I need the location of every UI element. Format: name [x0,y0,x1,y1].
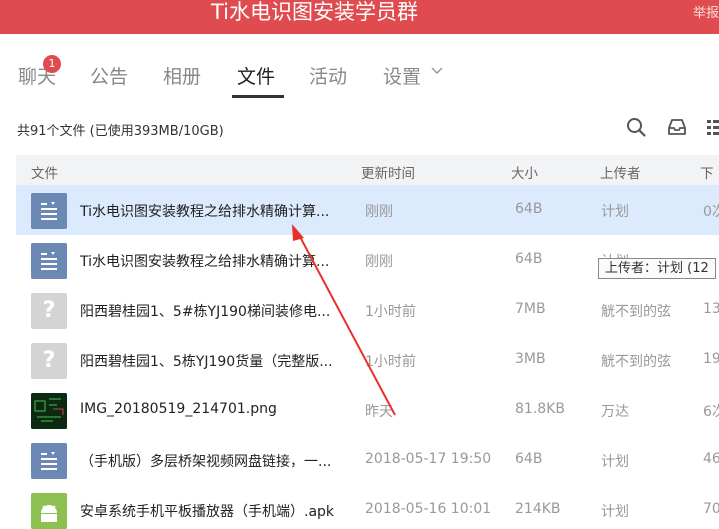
report-link[interactable]: 举报 [693,2,719,21]
file-name[interactable]: Ti水电识图安装教程之给排水精确计算... [80,201,329,221]
document-icon [31,193,67,229]
search-icon[interactable] [625,116,647,138]
file-size: 7MB [515,301,546,317]
file-downloads: 13 [703,301,719,317]
chevron-down-icon[interactable] [429,63,445,79]
file-downloads: 70 [703,501,719,517]
file-time: 1小时前 [365,304,416,320]
file-time: 刚刚 [365,204,393,220]
column-uploader[interactable]: 上传者 [600,162,641,182]
file-summary: 共91个文件 (已使用393MB/10GB) [17,124,224,139]
active-tab-indicator [232,95,284,98]
column-time[interactable]: 更新时间 [361,162,415,182]
file-downloads: 46 [703,451,719,467]
file-uploader[interactable]: 万达 [601,401,629,421]
file-row[interactable]: （手机版）多层桥架视频网盘链接，一... 2018-05-17 19:50 64… [16,435,719,485]
file-name[interactable]: 阳西碧桂园1、5栋YJ190货量（完整版... [80,351,333,371]
file-row[interactable]: IMG_20180519_214701.png 昨天 81.8KB 万达 6次 [16,385,719,435]
title-bar: Ti水电识图安装学员群 举报 [0,0,719,34]
file-name[interactable]: 安卓系统手机平板播放器（手机端）.apk [80,501,334,521]
file-size: 64B [515,451,543,467]
file-name[interactable]: IMG_20180519_214701.png [80,401,277,417]
file-downloads: 0次 [703,204,719,220]
file-time: 1小时前 [365,354,416,370]
file-size: 81.8KB [515,401,565,417]
file-uploader[interactable]: 计划 [601,201,629,221]
file-row[interactable]: ? 阳西碧桂园1、5#栋YJ190梯间装修电... 1小时前 7MB 觥不到的弦… [16,285,719,335]
column-size[interactable]: 大小 [511,162,538,182]
tab-settings[interactable]: 设置 [383,62,421,89]
file-name[interactable]: 阳西碧桂园1、5#栋YJ190梯间装修电... [80,301,330,321]
file-name[interactable]: （手机版）多层桥架视频网盘链接，一... [80,451,331,471]
tab-activity[interactable]: 活动 [309,62,347,89]
unknown-file-icon: ? [31,293,67,329]
file-uploader[interactable]: 觥不到的弦 [601,301,671,321]
file-row[interactable]: Ti水电识图安装教程之给排水精确计算... 刚刚 64B 计划 0次 [16,185,719,235]
file-uploader[interactable]: 计划 [601,501,629,521]
unread-badge: 1 [43,55,61,73]
file-time: 昨天 [365,404,393,420]
uploader-tooltip: 上传者：计划 (12 [598,258,716,279]
file-size: 3MB [515,351,546,367]
unknown-file-icon: ? [31,343,67,379]
document-icon [31,243,67,279]
file-uploader[interactable]: 觥不到的弦 [601,351,671,371]
file-size: 64B [515,251,543,267]
tab-files[interactable]: 文件 [237,62,275,89]
file-size: 64B [515,201,543,217]
document-icon [31,443,67,479]
file-size: 214KB [515,501,561,517]
tab-announcement[interactable]: 公告 [90,62,128,89]
file-name[interactable]: Ti水电识图安装教程之给排水精确计算... [80,251,329,271]
file-table-header: 文件 更新时间 大小 上传者 下载 [16,155,719,202]
file-uploader[interactable]: 计划 [601,451,629,471]
tab-album[interactable]: 相册 [163,62,201,89]
file-time: 刚刚 [365,254,393,270]
file-row[interactable]: 安卓系统手机平板播放器（手机端）.apk 2018-05-16 10:01 21… [16,485,719,529]
android-icon [31,493,67,529]
file-downloads: 19 [703,351,719,367]
file-row[interactable]: ? 阳西碧桂园1、5栋YJ190货量（完整版... 1小时前 3MB 觥不到的弦… [16,335,719,385]
inbox-icon[interactable] [666,116,688,138]
grid-icon[interactable] [705,116,719,138]
window-title: Ti水电识图安装学员群 [210,0,418,24]
file-time: 2018-05-17 19:50 [365,451,492,467]
file-time: 2018-05-16 10:01 [365,501,492,517]
file-downloads: 6次 [703,404,719,420]
column-file[interactable]: 文件 [31,162,58,182]
image-thumbnail-icon [31,393,67,429]
